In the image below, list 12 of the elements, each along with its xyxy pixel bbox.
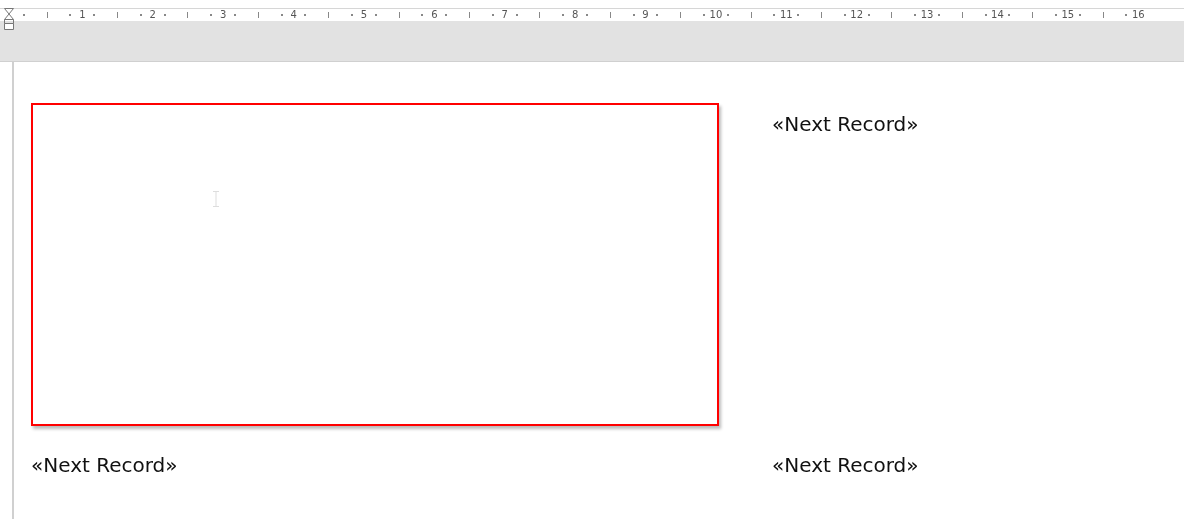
ruler-number: 16 — [1130, 9, 1147, 21]
ruler-number: 14 — [989, 9, 1006, 21]
ruler-number: 12 — [848, 9, 865, 21]
indent-marker-icon[interactable] — [4, 8, 14, 30]
merge-field: «Next Record» — [31, 453, 178, 477]
merge-field: «Next Record» — [772, 112, 919, 136]
ruler-number: 13 — [919, 9, 936, 21]
merge-field: «Next Record» — [772, 453, 919, 477]
ruler-number: 11 — [778, 9, 795, 21]
text-cursor-icon — [213, 191, 219, 207]
ruler-number: 15 — [1059, 9, 1076, 21]
ruler-number: 10 — [707, 9, 724, 21]
